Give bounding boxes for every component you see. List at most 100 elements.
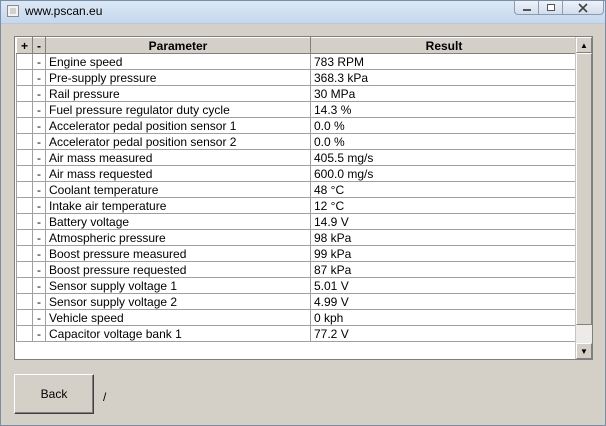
parameter-cell: Sensor supply voltage 2: [45, 293, 311, 310]
result-cell: 30 MPa: [310, 85, 578, 102]
parameter-cell: Coolant temperature: [45, 181, 311, 198]
row-collapse-marker[interactable]: -: [32, 85, 46, 102]
table-row[interactable]: - Air mass requested 600.0 mg/s: [16, 165, 578, 182]
row-collapse-marker[interactable]: -: [32, 117, 46, 134]
parameter-cell: Boost pressure measured: [45, 245, 311, 262]
result-cell: 98 kPa: [310, 229, 578, 246]
table-row[interactable]: - Pre-supply pressure 368.3 kPa: [16, 69, 578, 86]
result-cell: 87 kPa: [310, 261, 578, 278]
row-collapse-marker[interactable]: -: [32, 261, 46, 278]
row-spacer-cell: [16, 69, 33, 86]
row-collapse-marker[interactable]: -: [32, 213, 46, 230]
row-collapse-marker[interactable]: -: [32, 181, 46, 198]
page-indicator: /: [103, 390, 107, 404]
table-row[interactable]: - Rail pressure 30 MPa: [16, 85, 578, 102]
row-collapse-marker[interactable]: -: [32, 309, 46, 326]
title-bar[interactable]: www.pscan.eu: [1, 1, 605, 24]
table-row[interactable]: - Intake air temperature 12 °C: [16, 197, 578, 214]
result-cell: 405.5 mg/s: [310, 149, 578, 166]
table-row[interactable]: - Air mass measured 405.5 mg/s: [16, 149, 578, 166]
minimize-icon: [522, 8, 531, 11]
result-column-header[interactable]: Result: [310, 37, 578, 54]
row-spacer-cell: [16, 181, 33, 198]
row-collapse-marker[interactable]: -: [32, 149, 46, 166]
close-icon: [578, 2, 588, 13]
row-collapse-marker[interactable]: -: [32, 229, 46, 246]
table-row[interactable]: - Fuel pressure regulator duty cycle 14.3 …: [16, 101, 578, 118]
table-row[interactable]: - Capacitor voltage bank 1 77.2 V: [16, 325, 578, 342]
row-spacer-cell: [16, 53, 33, 70]
parameter-cell: Accelerator pedal position sensor 1: [45, 117, 311, 134]
app-window: www.pscan.eu + - Parameter Result - Engi…: [0, 0, 606, 426]
table-row[interactable]: - Atmospheric pressure 98 kPa: [16, 229, 578, 246]
table-row[interactable]: - Accelerator pedal position sensor 1 0.0 …: [16, 117, 578, 134]
window-title: www.pscan.eu: [25, 4, 103, 18]
parameter-cell: Air mass requested: [45, 165, 311, 182]
row-collapse-marker[interactable]: -: [32, 53, 46, 70]
row-collapse-marker[interactable]: -: [32, 325, 46, 342]
parameter-cell: Intake air temperature: [45, 197, 311, 214]
table-row[interactable]: - Engine speed 783 RPM: [16, 53, 578, 70]
row-spacer-cell: [16, 229, 33, 246]
row-collapse-marker[interactable]: -: [32, 293, 46, 310]
table-row[interactable]: - Sensor supply voltage 2 4.99 V: [16, 293, 578, 310]
table-row[interactable]: - Coolant temperature 48 °C: [16, 181, 578, 198]
row-spacer-cell: [16, 197, 33, 214]
parameter-cell: Battery voltage: [45, 213, 311, 230]
row-spacer-cell: [16, 133, 33, 150]
vertical-scrollbar[interactable]: ▲ ▼: [575, 37, 592, 359]
parameter-column-header[interactable]: Parameter: [45, 37, 311, 54]
row-spacer-cell: [16, 101, 33, 118]
table-row[interactable]: - Sensor supply voltage 1 5.01 V: [16, 277, 578, 294]
row-spacer-cell: [16, 277, 33, 294]
result-cell: 600.0 mg/s: [310, 165, 578, 182]
row-spacer-cell: [16, 293, 33, 310]
row-collapse-marker[interactable]: -: [32, 197, 46, 214]
result-cell: 12 °C: [310, 197, 578, 214]
collapse-all-header[interactable]: -: [32, 37, 46, 54]
result-cell: 14.9 V: [310, 213, 578, 230]
row-collapse-marker[interactable]: -: [32, 133, 46, 150]
maximize-button[interactable]: [538, 1, 563, 15]
scrollbar-thumb[interactable]: [576, 53, 592, 325]
result-cell: 48 °C: [310, 181, 578, 198]
table-row[interactable]: - Battery voltage 14.9 V: [16, 213, 578, 230]
table-row[interactable]: - Accelerator pedal position sensor 2 0.0 …: [16, 133, 578, 150]
result-cell: 4.99 V: [310, 293, 578, 310]
row-spacer-cell: [16, 325, 33, 342]
row-spacer-cell: [16, 245, 33, 262]
result-cell: 5.01 V: [310, 277, 578, 294]
result-cell: 14.3 %: [310, 101, 578, 118]
row-spacer-cell: [16, 213, 33, 230]
parameter-cell: Pre-supply pressure: [45, 69, 311, 86]
result-cell: 77.2 V: [310, 325, 578, 342]
table-row[interactable]: - Boost pressure requested 87 kPa: [16, 261, 578, 278]
expand-all-header[interactable]: +: [16, 37, 33, 54]
row-collapse-marker[interactable]: -: [32, 101, 46, 118]
app-icon: [7, 5, 19, 17]
parameter-cell: Boost pressure requested: [45, 261, 311, 278]
row-spacer-cell: [16, 261, 33, 278]
results-grid: + - Parameter Result - Engine speed 783 RP…: [14, 36, 593, 360]
table-row[interactable]: - Vehicle speed 0 kph: [16, 309, 578, 326]
row-collapse-marker[interactable]: -: [32, 165, 46, 182]
scroll-down-button[interactable]: ▼: [576, 343, 592, 359]
result-cell: 783 RPM: [310, 53, 578, 70]
back-button[interactable]: Back: [14, 374, 94, 414]
parameter-cell: Fuel pressure regulator duty cycle: [45, 101, 311, 118]
parameter-cell: Engine speed: [45, 53, 311, 70]
table-header-row: + - Parameter Result: [16, 37, 578, 54]
parameter-cell: Rail pressure: [45, 85, 311, 102]
row-collapse-marker[interactable]: -: [32, 69, 46, 86]
maximize-icon: [546, 4, 555, 11]
scroll-up-button[interactable]: ▲: [576, 37, 592, 53]
table-row[interactable]: - Boost pressure measured 99 kPa: [16, 245, 578, 262]
minimize-button[interactable]: [514, 1, 539, 15]
row-collapse-marker[interactable]: -: [32, 245, 46, 262]
row-collapse-marker[interactable]: -: [32, 277, 46, 294]
close-button[interactable]: [562, 1, 604, 15]
scroll-up-arrow-icon: ▲: [580, 40, 588, 50]
result-cell: 0 kph: [310, 309, 578, 326]
parameter-cell: Sensor supply voltage 1: [45, 277, 311, 294]
result-cell: 0.0 %: [310, 117, 578, 134]
